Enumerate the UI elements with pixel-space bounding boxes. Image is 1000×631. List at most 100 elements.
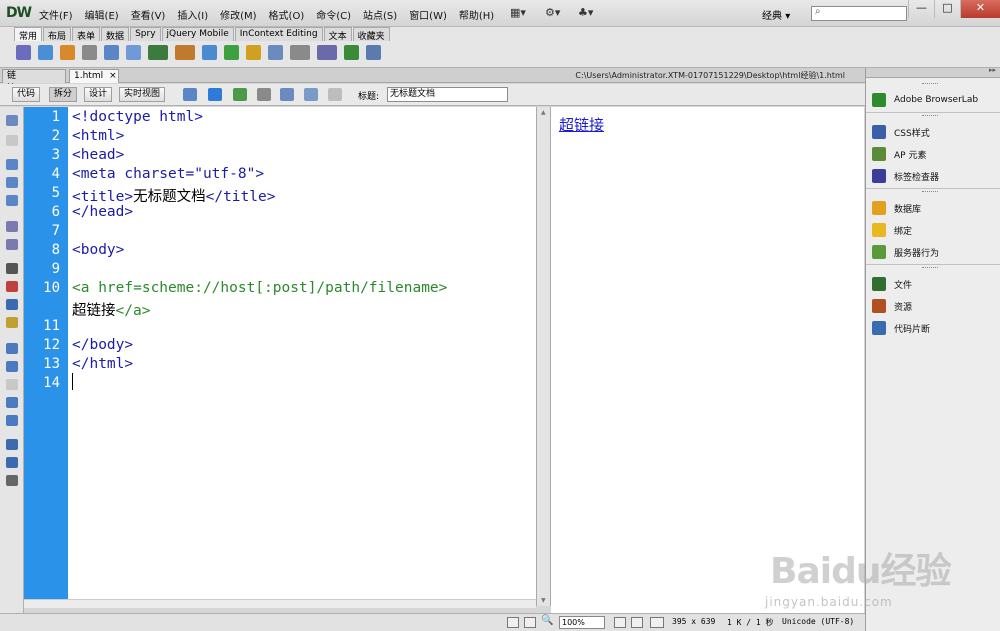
- layout-icon[interactable]: ▦▾: [510, 6, 526, 19]
- panel-tab[interactable]: 文件: [872, 276, 912, 292]
- indent-icon[interactable]: [6, 439, 18, 450]
- insert-tab[interactable]: jQuery Mobile: [161, 27, 234, 41]
- move-css-icon[interactable]: [6, 415, 18, 426]
- panel-group-grip[interactable]: [922, 267, 938, 269]
- templates-icon[interactable]: [344, 45, 359, 60]
- insert-tab[interactable]: 布局: [43, 27, 72, 42]
- panel-tab[interactable]: 标签检查器: [872, 168, 939, 184]
- panel-tab[interactable]: 代码片断: [872, 320, 930, 336]
- date-icon[interactable]: [224, 45, 239, 60]
- div-icon[interactable]: [126, 45, 141, 60]
- wrap-tag-icon[interactable]: [6, 379, 18, 390]
- split-view-button[interactable]: 拆分: [49, 87, 78, 102]
- code-editor[interactable]: 1 2 3 4 5 6 7 8 9 10 11 12 13 14 <!doctype html> <html…: [24, 107, 537, 608]
- scroll-up-icon[interactable]: ▲: [541, 109, 546, 116]
- minimize-button[interactable]: —: [908, 0, 934, 18]
- syntax-coloring-icon[interactable]: [6, 317, 18, 328]
- design-view-button[interactable]: 设计: [84, 87, 113, 102]
- word-wrap-icon[interactable]: [6, 299, 18, 310]
- browser-compat-icon[interactable]: [304, 88, 318, 101]
- hyperlink-preview[interactable]: 超链接: [559, 114, 604, 135]
- horizontal-rule-icon[interactable]: [82, 45, 97, 60]
- collapse-panels-icon[interactable]: ▸▸: [989, 66, 996, 74]
- window-size[interactable]: 395 x 639: [672, 617, 715, 626]
- comment-icon[interactable]: [268, 45, 283, 60]
- desktop-size-icon[interactable]: [650, 617, 664, 628]
- multiscreen-icon[interactable]: [183, 88, 197, 101]
- panel-tab[interactable]: 数据库: [872, 200, 921, 216]
- remove-comment-icon[interactable]: [6, 361, 18, 372]
- visual-aids-icon[interactable]: [280, 88, 294, 101]
- insert-tab[interactable]: 表单: [72, 27, 101, 42]
- menu-item[interactable]: 站点(S): [363, 7, 397, 22]
- close-button[interactable]: ✕: [960, 0, 1000, 18]
- menu-item[interactable]: 格式(O): [269, 7, 305, 22]
- refresh-icon[interactable]: [328, 88, 342, 101]
- outdent-icon[interactable]: [6, 457, 18, 468]
- workspace-switcher[interactable]: 经典 ▾: [762, 7, 790, 22]
- insert-tab[interactable]: 收藏夹: [352, 27, 390, 42]
- menu-item[interactable]: 帮助(H): [459, 7, 494, 22]
- email-link-icon[interactable]: [38, 45, 53, 60]
- panel-tab[interactable]: Adobe BrowserLab: [872, 92, 978, 108]
- insert-tab[interactable]: Spry: [130, 27, 161, 41]
- head-icon[interactable]: [290, 45, 310, 60]
- open-documents-icon[interactable]: [6, 115, 18, 126]
- image-icon[interactable]: [148, 45, 168, 60]
- scroll-down-icon[interactable]: ▼: [541, 597, 546, 604]
- restore-button[interactable]: □: [934, 0, 960, 18]
- highlight-invalid-icon[interactable]: [6, 281, 18, 292]
- menu-item[interactable]: 文件(F): [39, 7, 73, 22]
- zoom-tool-icon[interactable]: 🔍: [541, 615, 553, 626]
- panel-tab[interactable]: CSS样式: [872, 124, 930, 140]
- code-view-button[interactable]: 代码: [12, 87, 41, 102]
- site-icon[interactable]: ♣▾: [578, 6, 593, 19]
- menu-item[interactable]: 窗口(W): [409, 7, 447, 22]
- recent-snippets-icon[interactable]: [6, 397, 18, 408]
- select-parent-tag-icon[interactable]: [6, 221, 18, 232]
- menu-item[interactable]: 插入(I): [177, 7, 208, 22]
- format-source-icon[interactable]: [6, 475, 18, 486]
- live-view-button[interactable]: 实时视图: [119, 87, 166, 102]
- apply-comment-icon[interactable]: [6, 343, 18, 354]
- search-input[interactable]: ⌕: [811, 6, 907, 21]
- named-anchor-icon[interactable]: [60, 45, 75, 60]
- preview-browser-icon[interactable]: [208, 88, 222, 101]
- title-input[interactable]: 无标题文档: [387, 87, 508, 102]
- zoom-select[interactable]: 100%: [559, 616, 605, 629]
- panel-group-grip[interactable]: [922, 115, 938, 117]
- panel-tab[interactable]: 绑定: [872, 222, 912, 238]
- panel-group-grip[interactable]: [922, 191, 938, 193]
- panel-group-grip[interactable]: [922, 83, 938, 85]
- file-management-icon[interactable]: [233, 88, 247, 101]
- insert-tab[interactable]: 数据: [101, 27, 130, 42]
- hand-tool-icon[interactable]: [524, 617, 536, 628]
- media-icon[interactable]: [175, 45, 195, 60]
- menu-item[interactable]: 编辑(E): [85, 7, 119, 22]
- collapse-selection-icon[interactable]: [6, 177, 18, 188]
- phone-size-icon[interactable]: [614, 617, 626, 628]
- design-view[interactable]: 超链接: [551, 107, 864, 614]
- server-include-icon[interactable]: [246, 45, 261, 60]
- balance-braces-icon[interactable]: [6, 239, 18, 250]
- line-numbers-icon[interactable]: [6, 263, 18, 274]
- menu-item[interactable]: 查看(V): [131, 7, 166, 22]
- tab-1-html[interactable]: 1.html ×: [69, 69, 119, 83]
- table-icon[interactable]: [104, 45, 119, 60]
- horizontal-scrollbar[interactable]: [24, 599, 536, 608]
- gear-icon[interactable]: ⚙▾: [545, 6, 560, 19]
- select-tool-icon[interactable]: [507, 617, 519, 628]
- hyperlink-icon[interactable]: [16, 45, 31, 60]
- tag-chooser-icon[interactable]: [366, 45, 381, 60]
- split-divider[interactable]: ▲ ▼: [537, 107, 551, 606]
- insert-tab[interactable]: 常用: [14, 27, 43, 42]
- panel-tab[interactable]: 资源: [872, 298, 912, 314]
- insert-tab[interactable]: 文本: [323, 27, 352, 42]
- panel-tab[interactable]: 服务器行为: [872, 244, 939, 260]
- panel-dock-header[interactable]: ▸▸: [866, 66, 1000, 78]
- tablet-size-icon[interactable]: [631, 617, 643, 628]
- menu-item[interactable]: 命令(C): [316, 7, 351, 22]
- menu-item[interactable]: 修改(M): [220, 7, 256, 22]
- insert-tab[interactable]: InContext Editing: [234, 27, 323, 41]
- widget-icon[interactable]: [202, 45, 217, 60]
